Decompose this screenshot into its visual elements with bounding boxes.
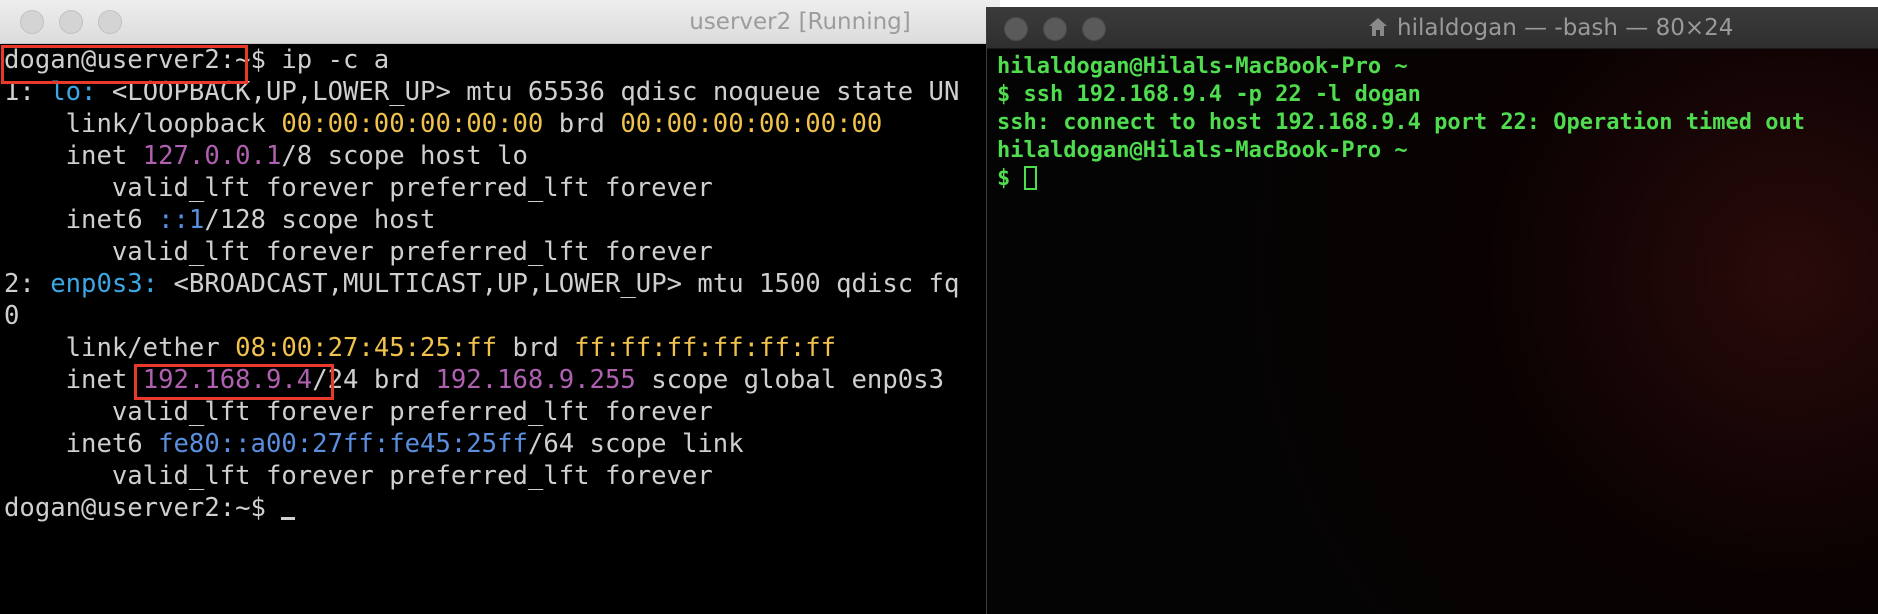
vm-terminal-line: 0 <box>4 300 19 332</box>
vm-terminal-line: valid_lft forever preferred_lft forever <box>4 236 713 268</box>
vm-terminal-text: fe80::a00:27ff:fe45:25ff <box>158 429 528 459</box>
vm-terminal-text: dogan@userver2:~$ <box>4 493 282 523</box>
mac-terminal-text: hilaldogan@Hilals-MacBook-Pro ~ <box>997 138 1408 163</box>
mac-terminal-text: $ ssh 192.168.9.4 -p 22 -l dogan <box>997 82 1421 107</box>
mac-terminal-text: hilaldogan@Hilals-MacBook-Pro ~ <box>997 54 1408 79</box>
vm-window[interactable]: userver2 [Running] dogan@userver2:~$ ip … <box>0 0 1000 614</box>
mac-terminal-text: ssh: connect to host 192.168.9.4 port 22… <box>997 110 1805 135</box>
mac-titlebar[interactable]: hilaldogan — -bash — 80×24 <box>987 7 1878 49</box>
vm-terminal-line: dogan@userver2:~$ <box>4 492 296 524</box>
vm-terminal-line: 2: enp0s3: <BROADCAST,MULTICAST,UP,LOWER… <box>4 268 959 300</box>
vm-text-cursor <box>281 517 296 520</box>
mac-terminal-window[interactable]: hilaldogan — -bash — 80×24 hilaldogan@Hi… <box>986 7 1878 614</box>
vm-terminal-text: 00:00:00:00:00:00 <box>281 109 544 139</box>
vm-terminal-line: link/loopback 00:00:00:00:00:00 brd 00:0… <box>4 108 883 140</box>
mac-terminal-output[interactable]: hilaldogan@Hilals-MacBook-Pro ~ $ ssh 192… <box>987 49 1878 614</box>
mac-terminal-text: $ <box>997 166 1024 191</box>
mac-terminal-line: hilaldogan@Hilals-MacBook-Pro ~ <box>997 137 1408 165</box>
mac-terminal-line: ssh: connect to host 192.168.9.4 port 22… <box>997 109 1805 137</box>
vm-terminal-text: ff:ff:ff:ff:ff:ff <box>574 333 837 363</box>
prompt-highlight-box <box>1 45 248 84</box>
vm-terminal-line: valid_lft forever preferred_lft forever <box>4 396 713 428</box>
mac-window-title: hilaldogan — -bash — 80×24 <box>1367 7 1733 49</box>
mac-title-text: hilaldogan — -bash — 80×24 <box>1397 15 1734 41</box>
vm-terminal-output[interactable]: dogan@userver2:~$ ip -c a 1: lo: <LOOPBAC… <box>0 44 1000 614</box>
vm-terminal-text: inet <box>4 141 143 171</box>
vm-terminal-line: valid_lft forever preferred_lft forever <box>4 460 713 492</box>
vm-terminal-line: valid_lft forever preferred_lft forever <box>4 172 713 204</box>
vm-terminal-text: valid_lft forever preferred_lft forever <box>4 237 713 267</box>
mac-close-button[interactable] <box>1004 17 1028 41</box>
vm-terminal-text: 08:00:27:45:25:ff <box>235 333 498 363</box>
mac-terminal-line: $ ssh 192.168.9.4 -p 22 -l dogan <box>997 81 1421 109</box>
vm-terminal-text: inet6 <box>4 429 159 459</box>
vm-terminal-text: 0 <box>4 301 20 331</box>
vm-terminal-line: inet6 ::1/128 scope host <box>4 204 436 236</box>
vm-terminal-text: link/loopback <box>4 109 282 139</box>
vm-terminal-text: valid_lft forever preferred_lft forever <box>4 173 713 203</box>
vm-terminal-text: 192.168.9.255 <box>435 365 636 395</box>
home-icon <box>1369 18 1387 36</box>
ip-address-highlight-box <box>134 364 334 400</box>
vm-terminal-text: scope global enp0s3 <box>635 365 944 395</box>
vm-terminal-text: 00:00:00:00:00:00 <box>620 109 883 139</box>
vm-terminal-line: inet6 fe80::a00:27ff:fe45:25ff/64 scope … <box>4 428 744 460</box>
mac-zoom-button[interactable] <box>1082 17 1106 41</box>
vm-terminal-text: 127.0.0.1 <box>142 141 282 171</box>
mac-minimize-button[interactable] <box>1043 17 1067 41</box>
vm-terminal-text: valid_lft forever preferred_lft forever <box>4 397 713 427</box>
vm-titlebar[interactable]: userver2 [Running] <box>0 0 1000 44</box>
vm-terminal-text: /128 scope host <box>204 205 436 235</box>
vm-terminal-text: link/ether <box>4 333 236 363</box>
mac-terminal-line: hilaldogan@Hilals-MacBook-Pro ~ <box>997 53 1408 81</box>
vm-terminal-text: brd <box>497 333 575 363</box>
vm-terminal-text: 2: <box>4 269 51 299</box>
mac-terminal-line: $ <box>997 165 1037 193</box>
vm-terminal-text: brd <box>543 109 621 139</box>
vm-terminal-text: enp0s3: <box>50 269 159 299</box>
vm-terminal-line: inet 127.0.0.1/8 scope host lo <box>4 140 528 172</box>
vm-terminal-line: link/ether 08:00:27:45:25:ff brd ff:ff:f… <box>4 332 836 364</box>
vm-terminal-text: inet6 <box>4 205 159 235</box>
vm-terminal-text: <BROADCAST,MULTICAST,UP,LOWER_UP> mtu 15… <box>158 269 960 299</box>
mac-text-cursor <box>1023 166 1037 190</box>
vm-terminal-text: valid_lft forever preferred_lft forever <box>4 461 713 491</box>
vm-terminal-text: ::1 <box>158 205 205 235</box>
vm-window-title: userver2 [Running] <box>689 9 911 35</box>
vm-terminal-text: inet <box>4 365 143 395</box>
vm-terminal-text: /8 scope host lo <box>281 141 528 171</box>
vm-terminal-text: /64 scope link <box>527 429 744 459</box>
